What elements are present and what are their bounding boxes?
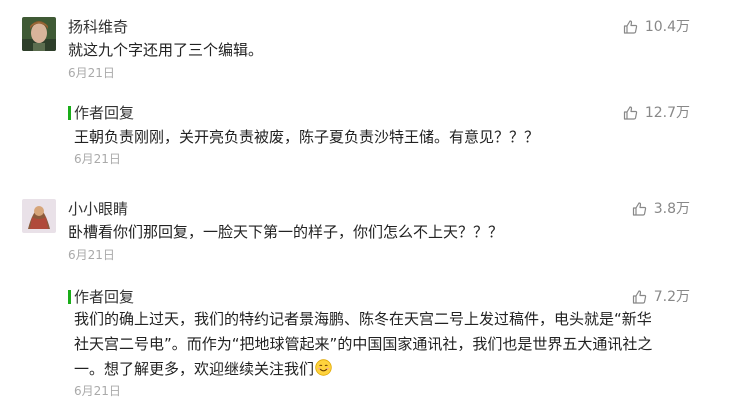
author-reply-label: 作者回复	[74, 288, 135, 306]
reply-content-line: 我们的确上过天，我们的特约记者景海鹏、陈冬在天宫二号上发过稿件，电头就是“新华	[74, 310, 652, 328]
comment-nickname: 小小眼睛	[68, 200, 129, 218]
thumbs-up-icon	[632, 202, 646, 216]
like-button[interactable]: 10.4万	[623, 18, 690, 36]
author-reply-label: 作者回复	[74, 104, 135, 122]
comment-date: 6月21日	[68, 66, 115, 80]
reply-date: 6月21日	[74, 152, 121, 166]
like-count: 10.4万	[644, 19, 690, 35]
reply-date: 6月21日	[74, 384, 121, 398]
like-button[interactable]: 3.8万	[632, 200, 690, 218]
avatar[interactable]	[22, 199, 56, 233]
reply-content-text: 一。想了解更多，欢迎继续关注我们	[74, 360, 315, 378]
like-count: 7.2万	[653, 289, 690, 305]
avatar[interactable]	[22, 17, 56, 51]
like-button[interactable]: 12.7万	[623, 104, 690, 122]
thumbs-up-icon	[623, 20, 637, 34]
like-button[interactable]: 7.2万	[632, 288, 690, 306]
author-reply-marker	[68, 106, 71, 120]
thumbs-up-icon	[623, 106, 637, 120]
comment-content: 就这九个字还用了三个编辑。	[68, 41, 264, 59]
smiling-face-emoji	[315, 359, 332, 376]
comment-content: 卧槽看你们那回复，一脸天下第一的样子，你们怎么不上天？？？	[68, 223, 504, 241]
comment-date: 6月21日	[68, 248, 115, 262]
like-count: 12.7万	[644, 105, 690, 121]
comment-nickname: 扬科维奇	[68, 18, 129, 36]
reply-content-line: 社天宫二号电”。而作为“把地球管起来”的中国国家通讯社，我们也是世界五大通讯社之	[74, 335, 653, 353]
reply-content-line: 王朝负责刚刚，关开亮负责被废，陈子夏负责沙特王储。有意见？？？	[74, 128, 540, 146]
like-count: 3.8万	[653, 201, 690, 217]
reply-content-line-with-emoji: 一。想了解更多，欢迎继续关注我们	[74, 357, 332, 382]
author-reply-marker	[68, 290, 71, 304]
thumbs-up-icon	[632, 290, 646, 304]
